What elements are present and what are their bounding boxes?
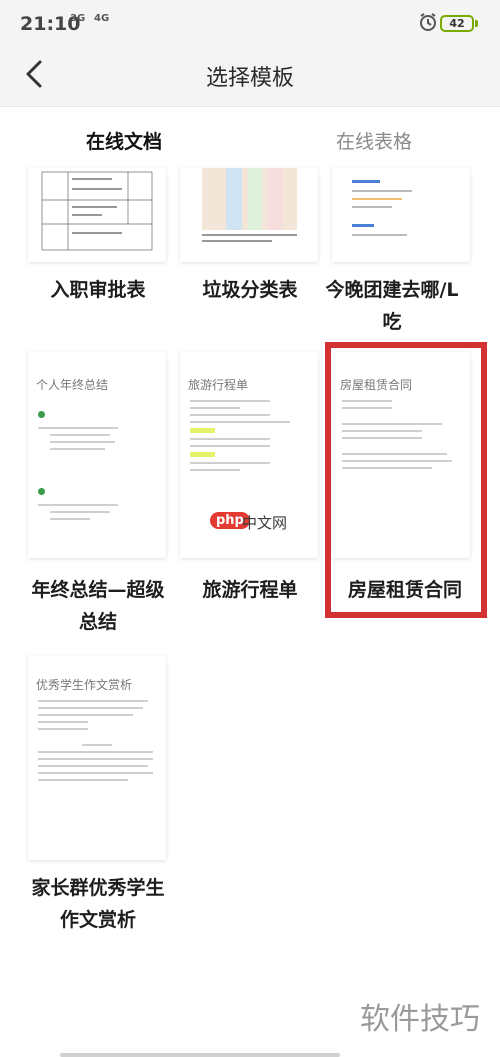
battery-level: 42 bbox=[449, 17, 465, 30]
text-line bbox=[38, 721, 88, 723]
tab-online-sheets[interactable]: 在线表格 bbox=[336, 127, 412, 154]
network-3g-icon: 3G bbox=[70, 13, 86, 24]
text-line bbox=[50, 441, 115, 443]
text-line bbox=[38, 779, 128, 781]
text-line bbox=[190, 400, 270, 402]
spreadsheet-thumbnail bbox=[202, 168, 297, 242]
template-card-team-dinner[interactable] bbox=[332, 168, 470, 262]
document-thumbnail bbox=[352, 180, 412, 236]
template-card-garbage[interactable] bbox=[180, 168, 318, 262]
page-title: 选择模板 bbox=[205, 66, 294, 91]
text-line bbox=[50, 518, 90, 520]
text-line bbox=[190, 452, 215, 457]
tab-bar: 在线文档 在线表格 bbox=[0, 106, 500, 169]
text-line bbox=[190, 414, 270, 416]
template-label: 年终总结—超级总结 bbox=[31, 579, 165, 633]
text-line bbox=[38, 707, 143, 709]
text-line bbox=[190, 469, 240, 471]
text-line bbox=[38, 758, 153, 760]
bullet-icon bbox=[38, 411, 45, 418]
template-label: 房屋租赁合同 bbox=[347, 579, 462, 601]
template-card-essay[interactable]: 优秀学生作文赏析 bbox=[28, 656, 166, 860]
text-line bbox=[38, 714, 133, 716]
template-label: 旅游行程单 bbox=[202, 579, 298, 601]
text-line bbox=[38, 700, 148, 702]
text-line bbox=[50, 434, 110, 436]
text-line bbox=[82, 744, 112, 746]
template-card-onboarding[interactable] bbox=[28, 168, 166, 262]
text-line bbox=[50, 448, 105, 450]
table-thumbnail bbox=[41, 171, 153, 251]
template-card-year-end[interactable]: 个人年终总结 bbox=[28, 352, 166, 558]
status-bar: 21:10 3G 4G 42 bbox=[0, 0, 500, 46]
text-line bbox=[190, 462, 270, 464]
text-line bbox=[38, 751, 153, 753]
text-line bbox=[38, 427, 118, 429]
template-label: 家长群优秀学生作文赏析 bbox=[31, 877, 165, 931]
bottom-scroll-indicator bbox=[60, 1053, 340, 1057]
tab-online-docs[interactable]: 在线文档 bbox=[86, 127, 162, 154]
network-4g-icon: 4G bbox=[94, 13, 110, 24]
text-line bbox=[38, 772, 153, 774]
text-line bbox=[50, 511, 110, 513]
template-label: 入职审批表 bbox=[50, 279, 146, 301]
text-line bbox=[190, 438, 270, 440]
text-line bbox=[190, 445, 270, 447]
nav-bar: 选择模板 bbox=[0, 46, 500, 106]
brand-watermark: 软件技巧 bbox=[360, 1002, 480, 1037]
template-label: 垃圾分类表 bbox=[202, 279, 298, 301]
alarm-icon bbox=[420, 13, 436, 31]
thumbnail-title: 旅游行程单 bbox=[188, 378, 249, 392]
thumbnail-title: 优秀学生作文赏析 bbox=[36, 678, 133, 692]
battery-icon: 42 bbox=[440, 15, 474, 32]
text-line bbox=[190, 428, 215, 433]
bullet-icon bbox=[38, 488, 45, 495]
text-line bbox=[190, 421, 290, 423]
text-line bbox=[38, 728, 88, 730]
watermark-text: 中文网 bbox=[242, 514, 288, 532]
text-line bbox=[38, 765, 148, 767]
text-line bbox=[38, 504, 118, 506]
template-label: 今晚团建去哪/L吃 bbox=[325, 279, 459, 333]
battery-tip bbox=[475, 20, 478, 27]
thumbnail-title: 个人年终总结 bbox=[36, 378, 109, 392]
text-line bbox=[190, 407, 240, 409]
